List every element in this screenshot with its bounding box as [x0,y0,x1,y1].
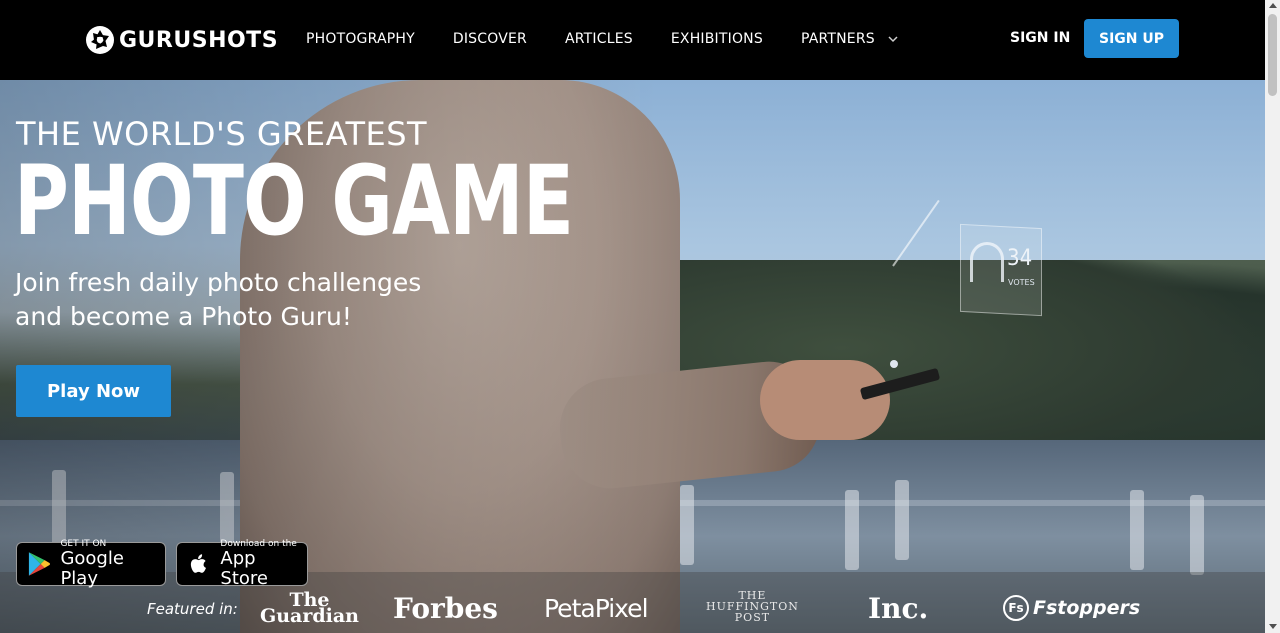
chevron-down-icon[interactable] [886,32,900,46]
hud-votes-count: 34 [1007,246,1033,271]
hud-votes-label: VOTES [1008,278,1035,287]
nav-link-partners[interactable]: PARTNERS [801,31,875,47]
hero-section: 34 VOTES THE WORLD'S GREATEST PHOTO GAME… [0,80,1265,633]
top-nav: GURUSHOTS PHOTOGRAPHY DISCOVER ARTICLES … [0,0,1265,80]
hero-subtitle-line: Join fresh daily photo challenges [15,268,422,297]
play-now-button[interactable]: Play Now [16,365,171,417]
app-store-badge[interactable]: Download on the App Store [176,539,308,589]
hero-headline: PHOTO GAME [14,145,574,257]
nav-links: PHOTOGRAPHY DISCOVER ARTICLES EXHIBITION… [306,31,913,47]
sign-up-button[interactable]: SIGN UP [1084,19,1179,58]
page-scrollbar[interactable] [1265,0,1280,633]
google-play-big-text: Google Play [60,548,124,589]
hero-subtitle-line: and become a Photo Guru! [15,302,352,331]
scroll-up-arrow-icon[interactable] [1269,3,1277,8]
press-logo-fstoppers[interactable]: Fs Fstoppers [1003,595,1140,621]
press-logo-huffington-post[interactable]: THE HUFFINGTON POST [706,590,799,623]
rail-post [680,485,694,565]
brand-logo[interactable]: GURUSHOTS [85,25,278,55]
nav-link-exhibitions[interactable]: EXHIBITIONS [671,31,763,47]
featured-in-label: Featured in: [147,600,238,618]
rail-post [1190,495,1204,575]
press-logo-petapixel[interactable]: PetaPixel [544,594,649,623]
rail-post [895,480,909,560]
fstoppers-mark: Fs [1003,595,1029,621]
rail-post [1130,490,1144,570]
press-logo-guardian[interactable]: The Guardian [260,591,359,627]
guardian-line-2: Guardian [260,605,359,627]
scrollbar-thumb[interactable] [1268,14,1277,96]
aperture-icon [86,26,114,54]
google-play-icon [28,552,50,576]
nav-link-discover[interactable]: DISCOVER [453,31,527,47]
rail-post [845,490,859,570]
fstoppers-text: Fstoppers [1033,597,1141,619]
apple-icon [190,554,207,573]
hero-photo-hand [760,360,890,440]
nav-link-articles[interactable]: ARTICLES [565,31,633,47]
hud-dot [890,360,898,368]
brand-name: GURUSHOTS [119,27,279,53]
huffpost-line-3: POST [734,611,771,624]
hero-subtitle: Join fresh daily photo challenges and be… [15,266,435,334]
scroll-down-arrow-icon[interactable] [1269,624,1277,629]
nav-link-photography[interactable]: PHOTOGRAPHY [306,31,415,47]
google-play-badge[interactable]: GET IT ON Google Play [16,539,166,589]
app-store-big-text: App Store [220,548,268,589]
press-logo-inc[interactable]: Inc. [868,592,928,625]
press-logo-forbes[interactable]: Forbes [393,592,498,625]
sign-in-link[interactable]: SIGN IN [1010,30,1070,46]
hud-gauge [970,242,1004,282]
